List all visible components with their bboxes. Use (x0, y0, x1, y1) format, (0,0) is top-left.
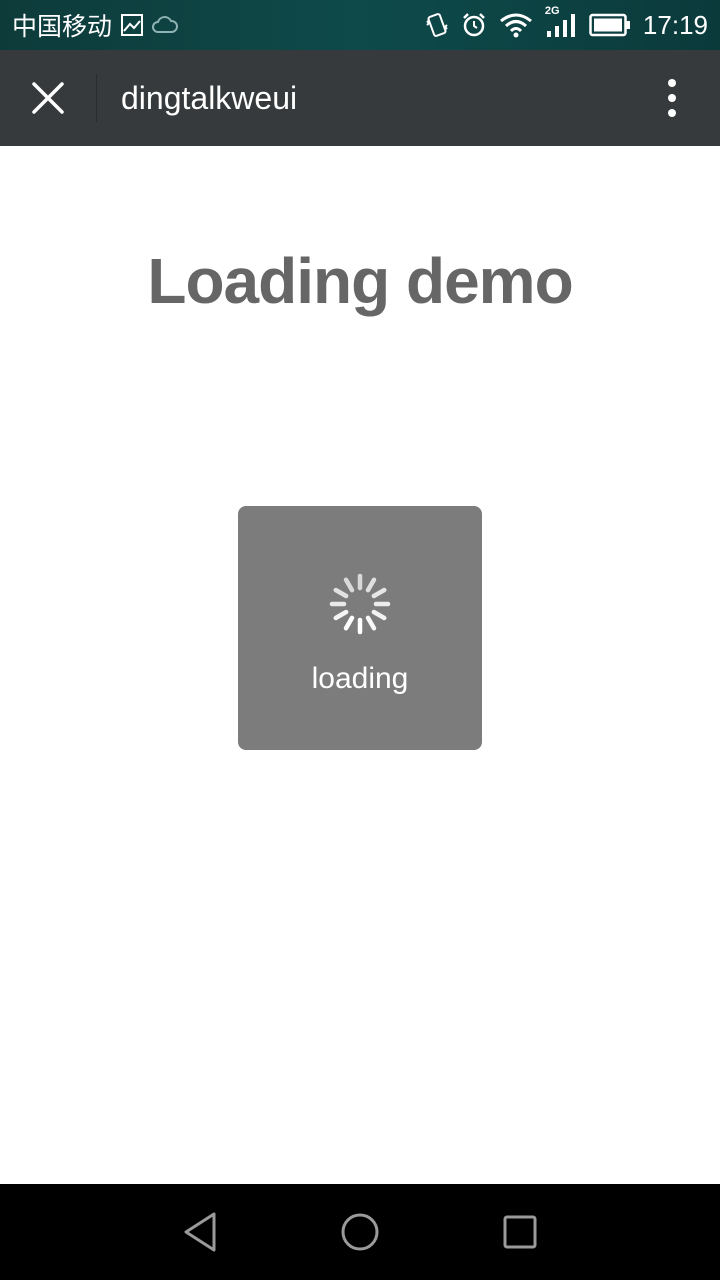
back-button[interactable] (176, 1208, 224, 1256)
status-time: 17:19 (642, 9, 708, 40)
cloud-icon (152, 15, 179, 35)
alarm-icon (461, 12, 487, 38)
close-button[interactable] (0, 50, 96, 146)
recents-button[interactable] (496, 1208, 544, 1256)
image-icon (120, 13, 144, 37)
recents-icon (503, 1215, 537, 1249)
page-title: Loading demo (147, 245, 573, 317)
more-options-button[interactable] (624, 50, 720, 146)
battery-icon (589, 13, 631, 37)
carrier-name: 中国移动 (12, 12, 113, 41)
network-type: 2G (544, 5, 560, 17)
spinner-icon (329, 573, 391, 635)
wifi-icon (499, 12, 533, 38)
system-nav-bar (0, 1184, 720, 1280)
more-vert-icon (668, 79, 676, 117)
signal-icon: 2G (545, 5, 577, 39)
toast-text: loading (311, 662, 409, 695)
close-icon (32, 82, 64, 114)
home-icon (341, 1213, 379, 1251)
home-button[interactable] (336, 1208, 384, 1256)
back-icon (184, 1212, 216, 1252)
app-bar: dingtalkweui (0, 50, 720, 146)
page-content: Loading demo loading (0, 146, 720, 1184)
status-bar: 中国移动 2G 17:19 (0, 0, 720, 50)
vibrate-icon (425, 11, 449, 39)
app-bar-divider (96, 74, 97, 122)
app-title: dingtalkweui (121, 79, 298, 116)
loading-toast: loading (238, 506, 482, 750)
